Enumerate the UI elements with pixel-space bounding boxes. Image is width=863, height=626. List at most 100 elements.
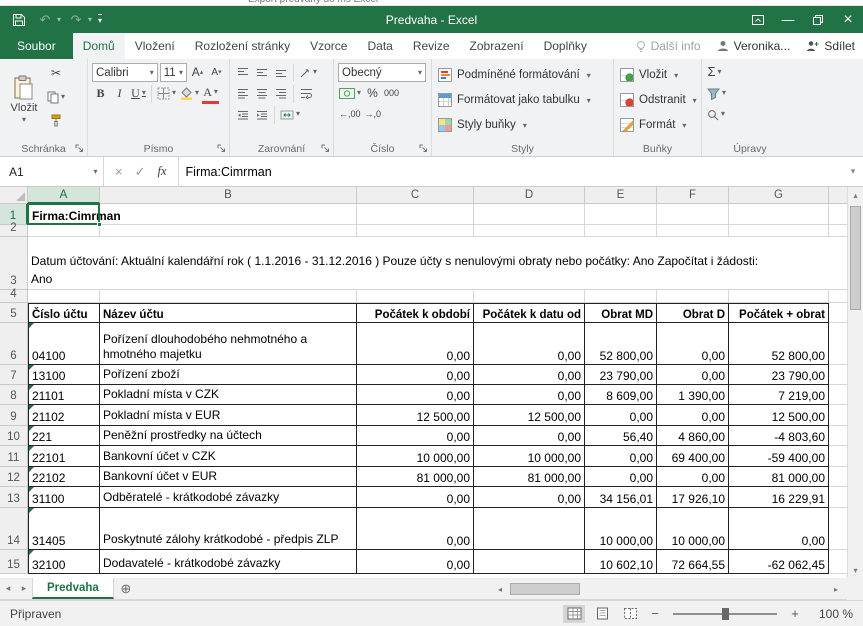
cell-B11[interactable]: Bankovní účet v CZK <box>100 446 357 467</box>
tab-doplnky[interactable]: Doplňky <box>534 33 597 59</box>
cell-A8[interactable]: 21101 <box>28 385 100 405</box>
cell-D1[interactable] <box>474 204 585 225</box>
restore-button[interactable] <box>803 6 833 33</box>
cell-C7[interactable]: 0,00 <box>357 365 474 385</box>
row-header-11[interactable]: 11 <box>0 446 28 467</box>
cell-B5[interactable]: Název účtu <box>100 303 357 323</box>
scroll-right-button[interactable]: ▸ <box>828 581 844 597</box>
cell-G8[interactable]: 7 219,00 <box>729 385 829 405</box>
scroll-left-button[interactable]: ◂ <box>492 581 508 597</box>
row-header-12[interactable]: 12 <box>0 467 28 487</box>
cell-G11[interactable]: -59 400,00 <box>729 446 829 467</box>
align-right-button[interactable] <box>272 84 289 104</box>
close-button[interactable]: × <box>833 6 863 33</box>
cell-F12[interactable]: 0,00 <box>657 467 729 487</box>
cell-F7[interactable]: 0,00 <box>657 365 729 385</box>
cell-G4[interactable] <box>729 290 829 303</box>
undo-button[interactable]: ↶ <box>34 9 56 31</box>
italic-button[interactable]: I <box>111 84 128 104</box>
tab-data[interactable]: Data <box>357 33 402 59</box>
bold-button[interactable]: B <box>92 84 109 104</box>
tab-zobrazeni[interactable]: Zobrazení <box>460 33 534 59</box>
cell-E2[interactable] <box>585 225 657 237</box>
share-button[interactable]: Sdílet <box>806 39 855 53</box>
cell-G5[interactable]: Počátek + obrat <box>729 303 829 323</box>
page-layout-view-button[interactable] <box>591 605 613 623</box>
cell-E5[interactable]: Obrat MD <box>585 303 657 323</box>
column-header-C[interactable]: C <box>357 187 474 204</box>
styles-2-button[interactable]: Formátovat jako tabulku <box>434 87 611 112</box>
cell-E4[interactable] <box>585 290 657 303</box>
font-dialog-launcher[interactable] <box>216 143 227 154</box>
cell-B2[interactable] <box>100 225 357 237</box>
column-header-E[interactable]: E <box>585 187 657 204</box>
cell-G15[interactable]: -62 062,45 <box>729 550 829 574</box>
cell-B6[interactable]: Pořízení dlouhodobého nehmotného a hmotn… <box>100 323 357 365</box>
align-left-button[interactable] <box>234 84 251 104</box>
cell-E9[interactable]: 0,00 <box>585 405 657 426</box>
cell-E10[interactable]: 56,40 <box>585 426 657 446</box>
zoom-level[interactable]: 100 % <box>809 607 853 621</box>
cancel-button[interactable]: × <box>115 164 123 179</box>
expand-formula-bar-button[interactable]: ▾ <box>843 157 863 186</box>
cell-B14[interactable]: Poskytnuté zálohy krátkodobé - předpis Z… <box>100 508 357 550</box>
cell-A11[interactable]: 22101 <box>28 446 100 467</box>
tab-rozlozeni-stranky[interactable]: Rozložení stránky <box>185 33 300 59</box>
cut-button[interactable]: ✂ <box>46 64 66 84</box>
cell-C4[interactable] <box>357 290 474 303</box>
cell-F8[interactable]: 1 390,00 <box>657 385 729 405</box>
cell-G1[interactable] <box>729 204 829 225</box>
cell-C13[interactable]: 0,00 <box>357 487 474 508</box>
cell-G6[interactable]: 52 800,00 <box>729 323 829 365</box>
sort-filter-button[interactable] <box>706 84 727 104</box>
row-header-14[interactable]: 14 <box>0 508 28 550</box>
undo-dropdown-icon[interactable]: ▾ <box>57 15 61 24</box>
row-header-9[interactable]: 9 <box>0 405 28 426</box>
cell-A14[interactable]: 31405 <box>28 508 100 550</box>
cell-C6[interactable]: 0,00 <box>357 323 474 365</box>
customize-qat-button[interactable]: ▾ <box>98 14 102 25</box>
cell-B13[interactable]: Odběratelé - krátkodobé závazky <box>100 487 357 508</box>
horizontal-scrollbar[interactable]: ◂ ▸ <box>492 581 844 597</box>
cell-D4[interactable] <box>474 290 585 303</box>
cell-A5[interactable]: Číslo účtu <box>28 303 100 323</box>
styles-3-button[interactable]: Styly buňky <box>434 112 611 137</box>
cell-G12[interactable]: 81 000,00 <box>729 467 829 487</box>
vertical-scrollbar[interactable]: ▴ ▾ <box>847 187 863 578</box>
cell-B12[interactable]: Bankovní účet v EUR <box>100 467 357 487</box>
cell-C8[interactable]: 0,00 <box>357 385 474 405</box>
column-header-F[interactable]: F <box>657 187 729 204</box>
cell-D6[interactable]: 0,00 <box>474 323 585 365</box>
orientation-button[interactable] <box>298 63 318 83</box>
cell-E12[interactable]: 0,00 <box>585 467 657 487</box>
fill-handle[interactable] <box>97 222 102 227</box>
cell-D7[interactable]: 0,00 <box>474 365 585 385</box>
cell-A3[interactable]: Datum účtování: Aktuální kalendářní rok … <box>28 237 847 290</box>
number-dialog-launcher[interactable] <box>418 143 429 154</box>
cell-G13[interactable]: 16 229,91 <box>729 487 829 508</box>
redo-dropdown-icon[interactable]: ▾ <box>88 15 92 24</box>
cell-E14[interactable]: 10 000,00 <box>585 508 657 550</box>
zoom-in-button[interactable]: + <box>787 606 803 621</box>
font-size-combo[interactable]: 11▾ <box>160 63 187 82</box>
row-header-4[interactable]: 4 <box>0 290 28 303</box>
cell-A2[interactable] <box>28 225 100 237</box>
percent-style-button[interactable]: % <box>364 84 381 104</box>
page-break-preview-button[interactable] <box>619 605 641 623</box>
scroll-up-button[interactable]: ▴ <box>848 187 863 203</box>
redo-button[interactable]: ↷ <box>65 9 87 31</box>
accounting-format-button[interactable] <box>338 84 362 104</box>
cell-E13[interactable]: 34 156,01 <box>585 487 657 508</box>
find-select-button[interactable] <box>706 105 726 125</box>
cell-A4[interactable] <box>28 290 100 303</box>
row-header-5[interactable]: 5 <box>0 303 28 323</box>
cell-E11[interactable]: 0,00 <box>585 446 657 467</box>
save-button[interactable] <box>8 9 30 31</box>
vertical-scrollbar-thumb[interactable] <box>850 206 861 310</box>
cell-C11[interactable]: 10 000,00 <box>357 446 474 467</box>
decrease-indent-button[interactable] <box>234 105 251 125</box>
tab-vlozeni[interactable]: Vložení <box>125 33 185 59</box>
cell-F1[interactable] <box>657 204 729 225</box>
row-header-15[interactable]: 15 <box>0 550 28 574</box>
cell-B4[interactable] <box>100 290 357 303</box>
